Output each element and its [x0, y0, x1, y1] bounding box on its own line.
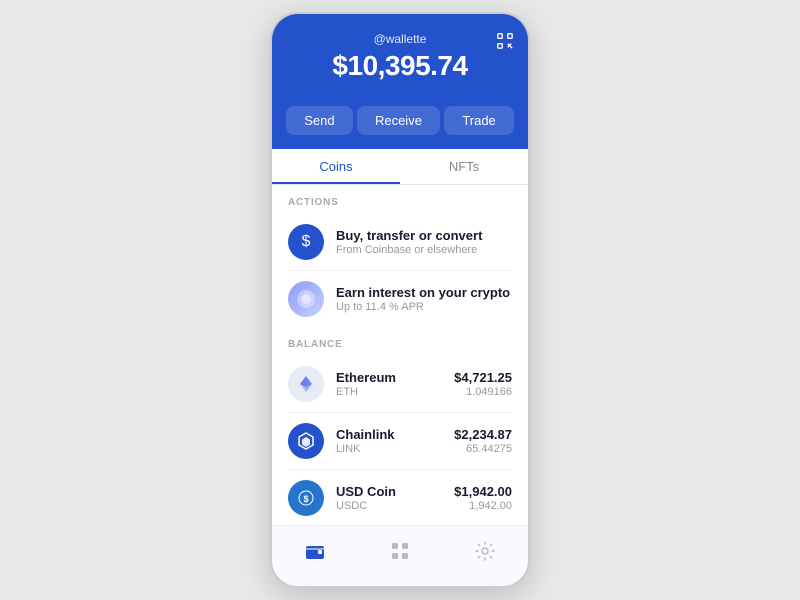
- eth-symbol: ETH: [336, 386, 454, 398]
- nav-settings[interactable]: [458, 536, 512, 572]
- actions-section-label: ACTIONS: [272, 185, 528, 214]
- action-buy-subtitle: From Coinbase or elsewhere: [336, 244, 512, 256]
- usdc-amount: $1,942.00 1,942.00: [454, 484, 512, 512]
- link-symbol: LINK: [336, 443, 454, 455]
- usdc-text: USD Coin USDC: [336, 484, 454, 512]
- usdc-symbol: USDC: [336, 500, 454, 512]
- send-button[interactable]: Send: [286, 106, 352, 135]
- action-item-buy[interactable]: $ Buy, transfer or convert From Coinbase…: [272, 214, 528, 270]
- eth-amount: $4,721.25 1.049166: [454, 370, 512, 398]
- action-earn-title: Earn interest on your crypto: [336, 285, 512, 300]
- tab-nfts[interactable]: NFTs: [400, 149, 528, 184]
- usdc-name: USD Coin: [336, 484, 454, 499]
- link-qty: 65.44275: [454, 443, 512, 455]
- action-buy-text: Buy, transfer or convert From Coinbase o…: [336, 228, 512, 256]
- link-usd: $2,234.87: [454, 427, 512, 442]
- link-name: Chainlink: [336, 427, 454, 442]
- grid-icon: [389, 540, 411, 568]
- eth-icon: [288, 366, 324, 402]
- link-amount: $2,234.87 65.44275: [454, 427, 512, 455]
- tab-bar: Coins NFTs: [272, 149, 528, 185]
- nav-wallet[interactable]: [288, 536, 342, 572]
- action-buy-title: Buy, transfer or convert: [336, 228, 512, 243]
- phone-frame: @wallette $10,395.74 Send Receive Trade …: [270, 12, 530, 588]
- action-item-earn[interactable]: Earn interest on your crypto Up to 11.4 …: [272, 271, 528, 327]
- eth-usd: $4,721.25: [454, 370, 512, 385]
- link-icon: [288, 423, 324, 459]
- tab-coins[interactable]: Coins: [272, 149, 400, 184]
- settings-icon: [474, 540, 496, 568]
- action-earn-text: Earn interest on your crypto Up to 11.4 …: [336, 285, 512, 313]
- trade-button[interactable]: Trade: [444, 106, 513, 135]
- eth-qty: 1.049166: [454, 386, 512, 398]
- receive-button[interactable]: Receive: [357, 106, 440, 135]
- action-buttons-bar: Send Receive Trade: [272, 98, 528, 149]
- usdc-usd: $1,942.00: [454, 484, 512, 499]
- usdc-icon: $: [288, 480, 324, 516]
- action-earn-subtitle: Up to 11.4 % APR: [336, 301, 512, 313]
- balance-section-label: BALANCE: [272, 327, 528, 356]
- balance-item-link[interactable]: Chainlink LINK $2,234.87 65.44275: [272, 413, 528, 469]
- main-content: ACTIONS $ Buy, transfer or convert From …: [272, 185, 528, 525]
- balance-item-eth[interactable]: Ethereum ETH $4,721.25 1.049166: [272, 356, 528, 412]
- balance-item-usdc[interactable]: $ USD Coin USDC $1,942.00 1,942.00: [272, 470, 528, 525]
- scan-icon[interactable]: [496, 32, 514, 55]
- svg-text:$: $: [303, 494, 308, 504]
- nav-grid[interactable]: [373, 536, 427, 572]
- bottom-nav: [272, 525, 528, 586]
- usdc-qty: 1,942.00: [454, 500, 512, 512]
- buy-icon: $: [288, 224, 324, 260]
- balance: $10,395.74: [288, 50, 512, 82]
- link-text: Chainlink LINK: [336, 427, 454, 455]
- earn-icon: [288, 281, 324, 317]
- eth-text: Ethereum ETH: [336, 370, 454, 398]
- header: @wallette $10,395.74: [272, 14, 528, 98]
- wallet-icon: [304, 540, 326, 568]
- eth-name: Ethereum: [336, 370, 454, 385]
- username: @wallette: [288, 32, 512, 46]
